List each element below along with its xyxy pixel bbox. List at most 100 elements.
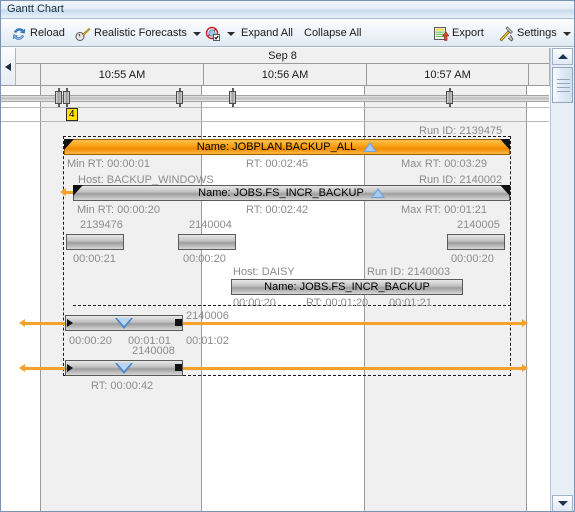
- connector-line: [183, 367, 524, 370]
- triangle-left-icon: [5, 62, 11, 71]
- task-rt-8: RT: 00:00:42: [91, 380, 154, 392]
- toolbar: Reload Realistic Forecasts Expand All Co…: [1, 20, 574, 47]
- chevron-down-icon[interactable]: [227, 31, 235, 36]
- timescale-scroll-left[interactable]: [1, 48, 16, 85]
- milestone-marker[interactable]: [176, 91, 183, 104]
- export-label: Export: [452, 27, 484, 39]
- window-title: Gantt Chart: [7, 3, 64, 15]
- task-run-id-5: 2140005: [457, 219, 500, 231]
- task-min-rt-1: Min RT: 00:00:01: [67, 158, 150, 170]
- task-run-id-8: 2140008: [132, 345, 175, 357]
- bar-end-marker-icon: [175, 364, 182, 371]
- down-triangle-icon: [115, 317, 133, 329]
- task-host-6: Host: DAISY: [233, 266, 295, 278]
- milestone-marker[interactable]: [63, 91, 70, 104]
- settings-button[interactable]: Settings: [494, 23, 574, 44]
- task-run-id-1: Run ID: 2139475: [419, 125, 503, 137]
- timescale-day-label: Sep 8: [16, 48, 549, 64]
- reload-icon: [11, 26, 27, 42]
- gantt-canvas: 4 Run ID: 2139475 Name: JOBPLAN.BACKUP_A…: [1, 86, 549, 511]
- connector-arrow-icon: [522, 319, 528, 327]
- timescale-cell-pad-right: [529, 64, 549, 85]
- export-icon: [433, 26, 450, 42]
- bar-start-arrow-icon: [67, 364, 73, 372]
- task-run-id-4: 2140004: [189, 219, 232, 231]
- gridline-right: [526, 86, 527, 511]
- timescale-header: Sep 8 10:55 AM 10:56 AM 10:57 AM: [1, 48, 574, 86]
- down-triangle-icon: [115, 362, 133, 374]
- task-run-id-3: 2139476: [80, 219, 123, 231]
- task-min-rt-2: Min RT: 00:00:20: [77, 204, 160, 216]
- task-rt-6: RT: 00:01:20: [306, 297, 369, 309]
- reload-button[interactable]: Reload: [7, 23, 69, 44]
- vertical-scrollbar[interactable]: [550, 48, 574, 511]
- milestone-rail: [1, 95, 549, 102]
- task-bar-2140004[interactable]: [178, 234, 236, 250]
- gantt-chart-window: Gantt Chart Reload Realistic Forecasts E…: [0, 0, 575, 512]
- expand-all-label: Expand All: [241, 27, 293, 39]
- critical-path-icon: [205, 26, 221, 42]
- expand-all-button[interactable]: Expand All: [237, 23, 297, 44]
- task-bar-2140006[interactable]: [65, 315, 183, 331]
- timescale-cell-pad-left: [16, 64, 41, 85]
- critical-path-button[interactable]: [201, 23, 239, 44]
- task-bar-label-6: Name: JOBS.FS_INCR_BACKUP: [264, 281, 430, 293]
- connector-line: [23, 322, 65, 325]
- milestone-count-badge[interactable]: 4: [66, 108, 78, 121]
- task-bar-2140008[interactable]: [65, 360, 183, 376]
- realistic-forecasts-label: Realistic Forecasts: [94, 27, 187, 39]
- milestone-marker[interactable]: [229, 91, 236, 104]
- task-end-6: 00:01:21: [389, 297, 432, 309]
- settings-label: Settings: [517, 27, 557, 39]
- task-bar-jobs-fs-incr-backup-daisy[interactable]: Name: JOBS.FS_INCR_BACKUP: [231, 279, 463, 295]
- task-start-7: 00:00:20: [69, 335, 112, 347]
- collapse-all-label: Collapse All: [304, 27, 362, 39]
- connector-line: [183, 322, 524, 325]
- forecast-icon: [75, 26, 91, 42]
- task-rt-1: RT: 00:02:45: [246, 158, 309, 170]
- timescale-cell-1: 10:55 AM: [41, 64, 204, 85]
- connector-line: [23, 367, 65, 370]
- task-run-id-6: Run ID: 2140003: [367, 266, 451, 278]
- task-duration-3: 00:00:21: [73, 253, 116, 265]
- task-start-6: 00:00:20: [233, 297, 276, 309]
- connector-arrow-icon: [60, 188, 66, 196]
- timescale-cell-3: 10:57 AM: [367, 64, 529, 85]
- triangle-down-icon: [557, 501, 568, 506]
- up-triangle-icon: [370, 188, 385, 198]
- scrollbar-thumb[interactable]: [552, 67, 573, 103]
- gridline-left: [40, 86, 41, 511]
- connector-arrow-icon: [522, 364, 528, 372]
- milestone-badge-row: 4: [1, 108, 549, 122]
- summary-bar-jobs-fs-incr-backup[interactable]: Name: JOBS.FS_INCR_BACKUP: [73, 185, 510, 201]
- bar-start-arrow-icon: [67, 319, 73, 327]
- summary-bar-label-2: Name: JOBS.FS_INCR_BACKUP: [198, 187, 364, 199]
- triangle-up-icon: [557, 54, 568, 59]
- milestone-marker[interactable]: [446, 91, 453, 104]
- chevron-down-icon[interactable]: [192, 31, 201, 36]
- task-bar-2140005[interactable]: [447, 234, 505, 250]
- export-button[interactable]: Export: [429, 23, 488, 44]
- collapse-all-button[interactable]: Collapse All: [300, 23, 365, 44]
- settings-icon: [498, 26, 514, 42]
- chevron-down-icon[interactable]: [562, 31, 571, 36]
- timescale-cell-2: 10:56 AM: [204, 64, 367, 85]
- bar-end-marker-icon: [175, 319, 182, 326]
- milestone-row: [1, 86, 549, 108]
- task-rt-2: RT: 00:02:42: [246, 204, 309, 216]
- task-run-id-7: 2140006: [186, 310, 229, 322]
- up-triangle-icon: [363, 142, 378, 152]
- realistic-forecasts-button[interactable]: Realistic Forecasts: [71, 23, 205, 44]
- connector-arrow-icon: [19, 364, 25, 372]
- scroll-up-button[interactable]: [552, 48, 573, 65]
- summary-bar-jobplan-backup-all[interactable]: Name: JOBPLAN.BACKUP_ALL: [64, 139, 510, 155]
- scroll-down-button[interactable]: [552, 495, 573, 511]
- task-bar-2139476[interactable]: [66, 234, 124, 250]
- timescale-cells: 10:55 AM 10:56 AM 10:57 AM: [16, 64, 549, 85]
- task-duration-4: 00:00:20: [183, 253, 226, 265]
- milestone-marker[interactable]: [55, 91, 62, 104]
- task-duration-5: 00:00:20: [451, 253, 494, 265]
- window-titlebar: Gantt Chart: [1, 1, 574, 19]
- connector-arrow-icon: [19, 319, 25, 327]
- task-max-rt-1: Max RT: 00:03:29: [401, 158, 488, 170]
